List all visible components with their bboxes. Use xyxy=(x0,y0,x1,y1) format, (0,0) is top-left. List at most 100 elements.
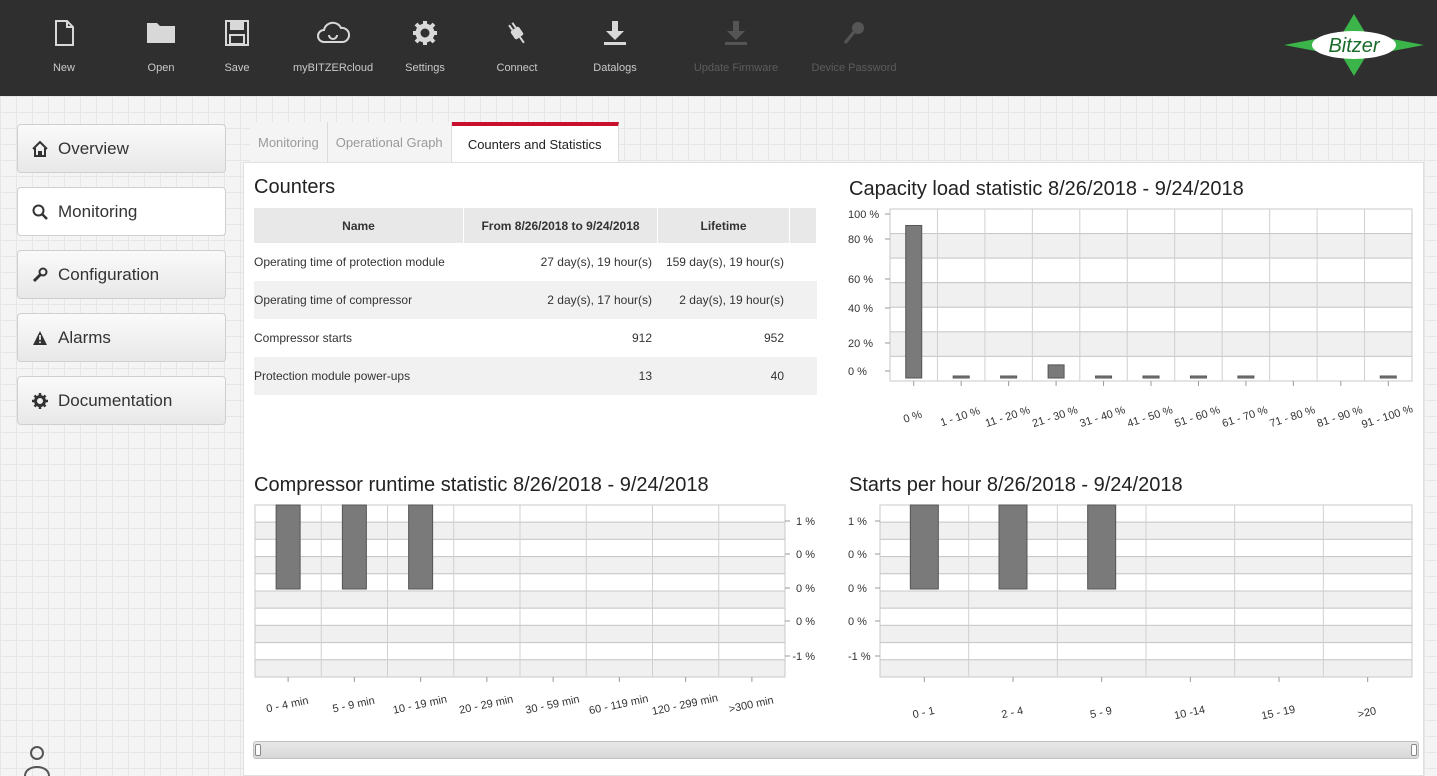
tab-bar: Monitoring Operational Graph Counters an… xyxy=(250,122,619,162)
cell-period: 912 xyxy=(631,331,652,345)
gear-icon xyxy=(413,21,437,45)
column-header-spacer xyxy=(790,208,817,243)
cell-period: 2 day(s), 17 hour(s) xyxy=(547,293,652,307)
y-tick-label: 0 % xyxy=(848,616,867,628)
search-icon xyxy=(30,202,50,222)
x-tick-label: 60 - 119 min xyxy=(588,693,650,717)
counters-table: Name From 8/26/2018 to 9/24/2018 Lifetim… xyxy=(254,208,817,395)
grid-band xyxy=(889,208,1413,235)
capacity-chart-title: Capacity load statistic 8/26/2018 - 9/24… xyxy=(849,178,1244,200)
home-icon xyxy=(30,139,50,159)
column-header-name: Name xyxy=(254,208,464,243)
cell-lifetime: 2 day(s), 19 hour(s) xyxy=(679,293,784,307)
table-header: Name From 8/26/2018 to 9/24/2018 Lifetim… xyxy=(254,208,817,243)
x-tick-label: 11 - 20 % xyxy=(984,404,1032,430)
y-tick-label: 0 % xyxy=(848,549,867,561)
x-tick-label: 1 - 10 % xyxy=(939,405,982,429)
save-icon xyxy=(225,20,249,46)
x-tick-label: 5 - 9 min xyxy=(332,695,376,716)
cell-period: 13 xyxy=(638,369,652,383)
sidebar-item-label: Overview xyxy=(58,138,129,158)
starts-chart-title: Starts per hour 8/26/2018 - 9/24/2018 xyxy=(849,474,1183,496)
x-tick-label: 30 - 59 min xyxy=(524,693,580,716)
sidebar-item-documentation[interactable]: Documentation xyxy=(17,376,226,425)
scrollbar-handle-left[interactable] xyxy=(255,744,261,756)
cell-name: Compressor starts xyxy=(254,331,353,345)
device-password-button[interactable]: Device Password xyxy=(804,0,904,96)
x-tick-label: 5 - 9 xyxy=(1089,705,1113,721)
settings-button[interactable]: Settings xyxy=(395,0,455,96)
x-tick-label: 41 - 50 % xyxy=(1126,404,1175,430)
update-firmware-button[interactable]: Update Firmware xyxy=(686,0,786,96)
save-button[interactable]: Save xyxy=(222,0,252,96)
tab-monitoring[interactable]: Monitoring xyxy=(250,122,328,162)
y-tick-label: 1 % xyxy=(848,516,867,528)
x-tick-label: 0 - 4 min xyxy=(265,695,309,716)
datalogs-label: Datalogs xyxy=(593,62,637,74)
plug-icon xyxy=(508,22,525,44)
counters-title: Counters xyxy=(254,176,336,198)
y-tick-label: -1 % xyxy=(792,651,815,663)
grid-band xyxy=(889,306,1413,333)
y-tick-label: -1 % xyxy=(848,651,871,663)
bar xyxy=(1189,375,1207,379)
y-tick-label: 80 % xyxy=(848,234,873,246)
wrench-icon xyxy=(30,265,50,285)
y-tick-label: 40 % xyxy=(848,303,873,315)
runtime-chart-title: Compressor runtime statistic 8/26/2018 -… xyxy=(254,474,709,496)
capacity-load-chart: 100 % 80 % 60 % 40 % 20 % 0 % 0 % 1 - 10 % 11 - … xyxy=(848,208,1415,431)
bar xyxy=(1095,375,1113,379)
bar xyxy=(408,504,434,590)
bar xyxy=(1000,375,1018,379)
sidebar-item-label: Documentation xyxy=(58,390,173,410)
sidebar-item-alarms[interactable]: Alarms xyxy=(17,313,226,362)
bar xyxy=(1237,375,1255,379)
update-firmware-label: Update Firmware xyxy=(693,62,779,74)
open-button[interactable]: Open xyxy=(126,0,196,96)
x-tick-label: 10 - 19 min xyxy=(392,693,448,716)
sidebar-item-overview[interactable]: Overview xyxy=(17,124,226,173)
save-label: Save xyxy=(224,62,250,74)
mybitzercloud-label: myBITZERcloud xyxy=(293,62,374,74)
y-tick-label: 20 % xyxy=(848,338,873,350)
bar xyxy=(1142,375,1160,379)
tab-operational-graph[interactable]: Operational Graph xyxy=(327,122,452,162)
y-tick-label: 0 % xyxy=(796,616,815,628)
table-row: Protection module power-ups 13 40 xyxy=(254,357,817,395)
x-tick-label: 31 - 40 % xyxy=(1078,404,1127,430)
cell-lifetime: 952 xyxy=(763,331,784,345)
bar xyxy=(1047,364,1065,379)
tab-counters-and-statistics[interactable]: Counters and Statistics xyxy=(451,122,619,162)
sidebar-item-label: Configuration xyxy=(58,264,160,284)
column-header-lifetime: Lifetime xyxy=(658,208,790,243)
x-tick-label: 20 - 29 min xyxy=(458,693,514,716)
datalogs-button[interactable]: Datalogs xyxy=(580,0,650,96)
x-tick-label: >300 min xyxy=(728,694,775,715)
grid-band xyxy=(889,331,1413,357)
new-label: New xyxy=(52,62,75,74)
connect-button[interactable]: Connect xyxy=(487,0,547,96)
table-row: Compressor starts 912 952 xyxy=(254,319,817,357)
new-button[interactable]: New xyxy=(39,0,89,96)
device-password-label: Device Password xyxy=(811,62,897,74)
sidebar-item-label: Alarms xyxy=(58,327,111,347)
horizontal-scrollbar[interactable] xyxy=(253,741,1419,759)
y-tick-label: 1 % xyxy=(796,516,815,528)
cell-name: Operating time of protection module xyxy=(254,255,445,269)
y-tick-label: 60 % xyxy=(848,274,873,286)
y-tick-label: 0 % xyxy=(848,583,867,595)
starts-per-hour-chart: 1 % 0 % 0 % 0 % -1 % 0 - 1 2 - 4 5 - 9 10 -14 15 … xyxy=(848,504,1413,723)
x-tick-label: 51 - 60 % xyxy=(1173,404,1222,430)
mybitzercloud-button[interactable]: myBITZERcloud xyxy=(293,0,373,96)
sidebar-item-monitoring[interactable]: Monitoring xyxy=(17,187,226,236)
sidebar-item-label: Monitoring xyxy=(58,201,138,221)
user-icon[interactable] xyxy=(22,744,52,776)
x-tick-label: 15 - 19 xyxy=(1260,704,1296,723)
scrollbar-handle-right[interactable] xyxy=(1411,744,1417,756)
download-icon xyxy=(604,21,626,45)
toolbar: New Open Save myBITZERcloud Settings Con… xyxy=(0,0,1437,96)
cell-lifetime: 159 day(s), 19 hour(s) xyxy=(665,255,784,269)
compressor-runtime-chart: 1 % 0 % 0 % 0 % -1 % 0 - 4 min 5 - 9 min 10 - 1… xyxy=(254,504,815,718)
table-row: Operating time of compressor 2 day(s), 1… xyxy=(254,281,817,319)
sidebar-item-configuration[interactable]: Configuration xyxy=(17,250,226,299)
